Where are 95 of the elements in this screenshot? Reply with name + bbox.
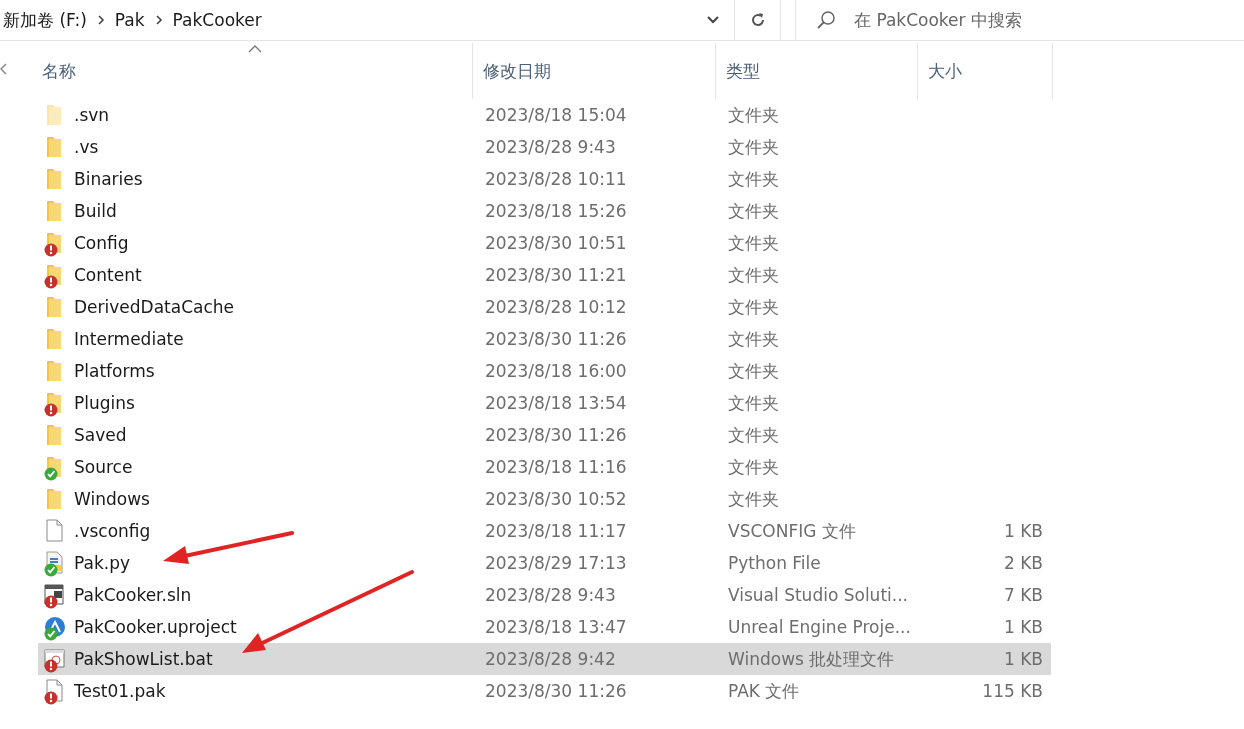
- modified-date: 2023/8/18 16:00: [485, 361, 627, 381]
- file-size: 115 KB: [982, 681, 1043, 701]
- file-row[interactable]: Config 2023/8/30 10:51 文件夹: [38, 227, 1051, 259]
- file-name: .vs: [74, 137, 99, 157]
- file-type: VSCONFIG 文件: [728, 519, 856, 543]
- file-type: 文件夹: [728, 263, 779, 287]
- breadcrumb-item[interactable]: PakCooker: [172, 10, 262, 30]
- file-type: 文件夹: [728, 295, 779, 319]
- file-row[interactable]: Test01.pak 2023/8/30 11:26 PAK 文件 115 KB: [38, 675, 1051, 707]
- file-size: 1 KB: [1003, 521, 1043, 541]
- file-size: 1 KB: [1003, 649, 1043, 669]
- file-name: Content: [74, 265, 142, 285]
- file-size: 7 KB: [1003, 585, 1043, 605]
- modified-date: 2023/8/18 13:54: [485, 393, 627, 413]
- breadcrumb-item[interactable]: Pak: [114, 10, 145, 30]
- column-header[interactable]: 修改日期: [473, 43, 716, 99]
- file-type: 文件夹: [728, 391, 779, 415]
- file-row[interactable]: Platforms 2023/8/18 16:00 文件夹: [38, 355, 1051, 387]
- file-name: Config: [74, 233, 129, 253]
- file-name: Test01.pak: [74, 681, 166, 701]
- file-type: 文件夹: [728, 103, 779, 127]
- modified-date: 2023/8/28 10:12: [485, 297, 627, 317]
- scroll-left-icon: [0, 63, 8, 75]
- file-name: DerivedDataCache: [74, 297, 235, 317]
- modified-date: 2023/8/28 9:42: [485, 649, 616, 669]
- file-row[interactable]: .vsconfig 2023/8/18 11:17 VSCONFIG 文件 1 KB: [38, 515, 1051, 547]
- file-type: 文件夹: [728, 327, 779, 351]
- file-row[interactable]: Content 2023/8/30 11:21 文件夹: [38, 259, 1051, 291]
- modified-date: 2023/8/30 11:26: [485, 329, 627, 349]
- modified-date: 2023/8/30 11:26: [485, 681, 627, 701]
- file-row[interactable]: .vs 2023/8/28 9:43 文件夹: [38, 131, 1051, 163]
- modified-date: 2023/8/18 13:47: [485, 617, 627, 637]
- file-type: 文件夹: [728, 199, 779, 223]
- file-row[interactable]: Build 2023/8/18 15:26 文件夹: [38, 195, 1051, 227]
- file-name: Intermediate: [74, 329, 184, 349]
- file-type: 文件夹: [728, 455, 779, 479]
- modified-date: 2023/8/29 17:13: [485, 553, 627, 573]
- file-type: Unreal Engine Proje...: [728, 617, 911, 637]
- chevron-right-icon: [153, 14, 164, 26]
- column-header[interactable]: 名称: [38, 43, 473, 99]
- breadcrumb-item[interactable]: 新加卷 (F:): [3, 8, 87, 32]
- file-type: Visual Studio Soluti...: [728, 585, 908, 605]
- column-header[interactable]: 类型: [716, 43, 918, 99]
- file-name: PakCooker.uproject: [74, 617, 237, 637]
- file-type: Python File: [728, 553, 821, 573]
- file-type: 文件夹: [728, 487, 779, 511]
- column-header[interactable]: 大小: [918, 43, 1053, 99]
- file-row[interactable]: Intermediate 2023/8/30 11:26 文件夹: [38, 323, 1051, 355]
- file-name: Saved: [74, 425, 127, 445]
- modified-date: 2023/8/18 11:17: [485, 521, 627, 541]
- file-name: Source: [74, 457, 133, 477]
- file-name: Windows: [74, 489, 150, 509]
- modified-date: 2023/8/30 10:52: [485, 489, 627, 509]
- file-type: 文件夹: [728, 359, 779, 383]
- file-row[interactable]: Pak.py 2023/8/29 17:13 Python File 2 KB: [38, 547, 1051, 579]
- file-name: PakCooker.sln: [74, 585, 192, 605]
- file-size: 2 KB: [1003, 553, 1043, 573]
- file-name: PakShowList.bat: [74, 649, 213, 669]
- modified-date: 2023/8/28 10:11: [485, 169, 627, 189]
- file-name: Build: [74, 201, 117, 221]
- file-row[interactable]: PakShowList.bat 2023/8/28 9:42 Windows 批处理文件 1 KB: [38, 643, 1051, 675]
- file-row[interactable]: .svn 2023/8/18 15:04 文件夹: [38, 99, 1051, 131]
- file-row[interactable]: DerivedDataCache 2023/8/28 10:12 文件夹: [38, 291, 1051, 323]
- modified-date: 2023/8/30 11:26: [485, 425, 627, 445]
- file-type: 文件夹: [728, 423, 779, 447]
- file-name: Plugins: [74, 393, 135, 413]
- search-field[interactable]: 在 PakCooker 中搜索: [852, 9, 1236, 31]
- file-name: Platforms: [74, 361, 155, 381]
- file-name: .svn: [74, 105, 110, 125]
- modified-date: 2023/8/30 11:21: [485, 265, 627, 285]
- modified-date: 2023/8/28 9:43: [485, 137, 616, 157]
- file-type: 文件夹: [728, 231, 779, 255]
- file-name: Binaries: [74, 169, 143, 189]
- modified-date: 2023/8/18 11:16: [485, 457, 627, 477]
- modified-date: 2023/8/18 15:26: [485, 201, 627, 221]
- file-type: Windows 批处理文件: [728, 647, 895, 671]
- file-size: 1 KB: [1003, 617, 1043, 637]
- modified-date: 2023/8/30 10:51: [485, 233, 627, 253]
- file-row[interactable]: PakCooker.uproject 2023/8/18 13:47 Unreal Engine Proje... 1 KB: [38, 611, 1051, 643]
- file-type: 文件夹: [728, 167, 779, 191]
- file-row[interactable]: Saved 2023/8/30 11:26 文件夹: [38, 419, 1051, 451]
- modified-date: 2023/8/18 15:04: [485, 105, 627, 125]
- chevron-right-icon: [95, 14, 106, 26]
- file-row[interactable]: Source 2023/8/18 11:16 文件夹: [38, 451, 1051, 483]
- dropdown-caret-icon: [706, 15, 720, 25]
- file-row[interactable]: Plugins 2023/8/18 13:54 文件夹: [38, 387, 1051, 419]
- file-row[interactable]: Windows 2023/8/30 10:52 文件夹: [38, 483, 1051, 515]
- modified-date: 2023/8/28 9:43: [485, 585, 616, 605]
- file-row[interactable]: Binaries 2023/8/28 10:11 文件夹: [38, 163, 1051, 195]
- file-type: 文件夹: [728, 135, 779, 159]
- file-row[interactable]: PakCooker.sln 2023/8/28 9:43 Visual Studio Soluti... 7 KB: [38, 579, 1051, 611]
- file-name: Pak.py: [74, 553, 130, 573]
- search-icon: [816, 10, 836, 30]
- file-type: PAK 文件: [728, 679, 800, 703]
- file-name: .vsconfig: [74, 521, 151, 541]
